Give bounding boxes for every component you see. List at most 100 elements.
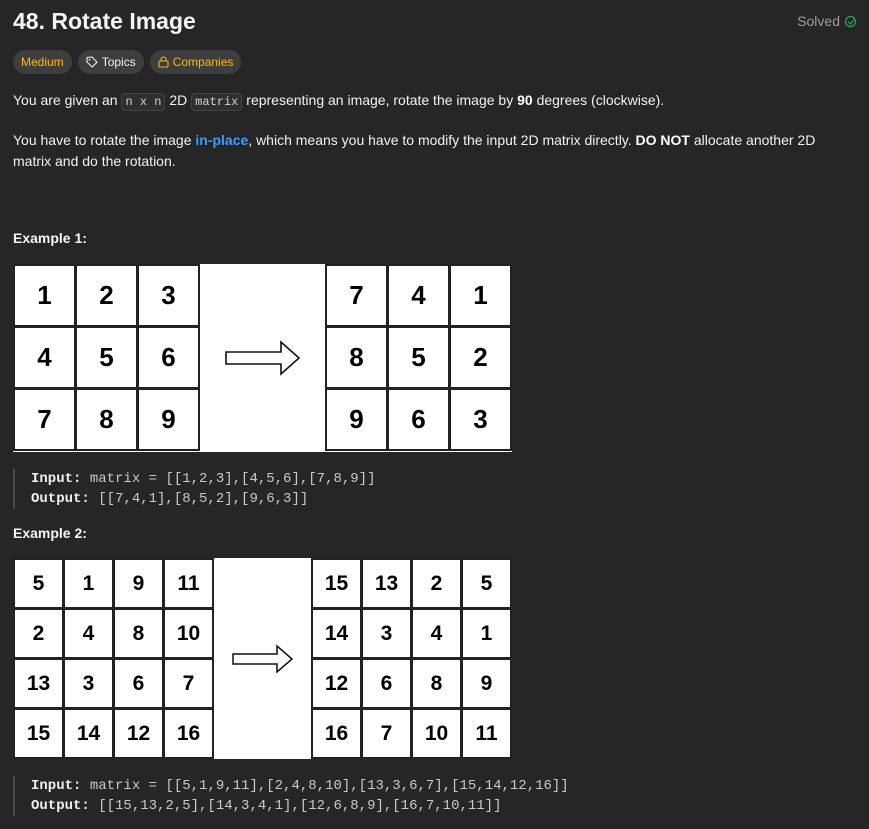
example-1-heading: Example 1: bbox=[13, 230, 87, 246]
text-segment: , which means you have to modify the inp… bbox=[248, 132, 636, 148]
example-2-heading: Example 2: bbox=[13, 525, 87, 541]
matrix-cell: 8 bbox=[325, 326, 388, 389]
right-arrow-icon bbox=[224, 340, 300, 376]
companies-label: Companies bbox=[172, 55, 234, 69]
matrix-cell: 6 bbox=[361, 658, 412, 709]
matrix-cell: 5 bbox=[13, 558, 64, 609]
input-label: Input: bbox=[31, 471, 82, 487]
matrix-cell: 15 bbox=[13, 708, 64, 759]
tag-row: Medium Topics Companies bbox=[13, 50, 856, 74]
description-paragraph-1: You are given an n x n 2D matrix represe… bbox=[13, 90, 856, 113]
matrix-cell: 7 bbox=[13, 388, 76, 451]
matrix-cell: 1 bbox=[13, 264, 76, 327]
matrix-cell: 6 bbox=[137, 326, 200, 389]
arrow-container bbox=[214, 558, 311, 759]
in-place-link[interactable]: in-place bbox=[195, 132, 248, 148]
matrix-cell: 13 bbox=[13, 658, 64, 709]
matrix-cell: 7 bbox=[325, 264, 388, 327]
text-segment: representing an image, rotate the image … bbox=[242, 92, 518, 108]
companies-button[interactable]: Companies bbox=[149, 50, 242, 74]
right-arrow-icon bbox=[231, 643, 293, 674]
matrix-cell: 11 bbox=[163, 558, 214, 609]
solved-status: Solved bbox=[797, 13, 856, 29]
topics-label: Topics bbox=[101, 55, 136, 69]
matrix-cell: 14 bbox=[311, 608, 362, 659]
input-label: Input: bbox=[31, 778, 82, 794]
check-circle-icon bbox=[845, 15, 856, 27]
matrix-cell: 8 bbox=[411, 658, 462, 709]
inline-code-n-x-n: n x n bbox=[121, 93, 166, 111]
matrix-cell: 12 bbox=[113, 708, 164, 759]
matrix-cell: 3 bbox=[137, 264, 200, 327]
text-segment: degrees (clockwise). bbox=[532, 92, 665, 108]
output-matrix-grid: 741852963 bbox=[325, 264, 512, 452]
matrix-cell: 9 bbox=[137, 388, 200, 451]
matrix-cell: 1 bbox=[449, 264, 512, 327]
difficulty-label: Medium bbox=[21, 55, 64, 69]
matrix-cell: 2 bbox=[75, 264, 138, 327]
matrix-cell: 14 bbox=[63, 708, 114, 759]
arrow-container bbox=[200, 264, 325, 452]
matrix-cell: 4 bbox=[411, 608, 462, 659]
input-matrix-grid: 123456789 bbox=[13, 264, 200, 452]
example-2-io: Input: matrix = [[5,1,9,11],[2,4,8,10],[… bbox=[13, 776, 856, 816]
matrix-cell: 12 bbox=[311, 658, 362, 709]
output-value: [[15,13,2,5],[14,3,4,1],[12,6,8,9],[16,7… bbox=[98, 798, 502, 814]
output-label: Output: bbox=[31, 491, 90, 507]
text-segment: 2D bbox=[165, 92, 192, 108]
example-2-image: 5 1 9 11 2 4 8 10 13 3 6 7 15 14 12 16 15 13 2 5 14 3 4 1 12 6 8 9… bbox=[13, 558, 512, 759]
solved-label: Solved bbox=[797, 13, 840, 29]
output-label: Output: bbox=[31, 798, 90, 814]
matrix-cell: 11 bbox=[461, 708, 512, 759]
matrix-cell: 7 bbox=[163, 658, 214, 709]
matrix-cell: 10 bbox=[411, 708, 462, 759]
matrix-cell: 3 bbox=[361, 608, 412, 659]
matrix-cell: 3 bbox=[63, 658, 114, 709]
matrix-cell: 1 bbox=[461, 608, 512, 659]
matrix-cell: 5 bbox=[75, 326, 138, 389]
output-matrix-grid: 15 13 2 5 14 3 4 1 12 6 8 9 16 7 10 11 bbox=[311, 558, 512, 759]
input-value: matrix = [[5,1,9,11],[2,4,8,10],[13,3,6,… bbox=[89, 778, 569, 794]
matrix-cell: 5 bbox=[387, 326, 450, 389]
matrix-cell: 4 bbox=[13, 326, 76, 389]
matrix-cell: 4 bbox=[63, 608, 114, 659]
matrix-cell: 2 bbox=[13, 608, 64, 659]
matrix-cell: 6 bbox=[387, 388, 450, 451]
matrix-cell: 9 bbox=[461, 658, 512, 709]
example-1-output-line: Output: [[7,4,1],[8,5,2],[9,6,3]] bbox=[31, 489, 856, 509]
text-segment: You have to rotate the image bbox=[13, 132, 196, 148]
matrix-cell: 8 bbox=[75, 388, 138, 451]
example-2-input-line: Input: matrix = [[5,1,9,11],[2,4,8,10],[… bbox=[31, 776, 856, 796]
title-row: 48. Rotate Image Solved bbox=[13, 0, 856, 36]
matrix-cell: 1 bbox=[63, 558, 114, 609]
matrix-cell: 7 bbox=[361, 708, 412, 759]
matrix-cell: 3 bbox=[449, 388, 512, 451]
matrix-cell: 9 bbox=[113, 558, 164, 609]
topics-button[interactable]: Topics bbox=[77, 50, 144, 74]
inline-code-matrix: matrix bbox=[191, 93, 243, 111]
matrix-cell: 15 bbox=[311, 558, 362, 609]
matrix-cell: 9 bbox=[325, 388, 388, 451]
bold-do-not: DO NOT bbox=[635, 132, 690, 148]
matrix-cell: 2 bbox=[449, 326, 512, 389]
input-matrix-grid: 5 1 9 11 2 4 8 10 13 3 6 7 15 14 12 16 bbox=[13, 558, 214, 759]
matrix-cell: 16 bbox=[163, 708, 214, 759]
difficulty-badge[interactable]: Medium bbox=[13, 50, 72, 74]
problem-title[interactable]: 48. Rotate Image bbox=[13, 8, 196, 35]
matrix-cell: 10 bbox=[163, 608, 214, 659]
input-value: matrix = [[1,2,3],[4,5,6],[7,8,9]] bbox=[89, 471, 376, 487]
description-paragraph-2: You have to rotate the image in-place, w… bbox=[13, 130, 856, 172]
matrix-cell: 4 bbox=[387, 264, 450, 327]
matrix-cell: 5 bbox=[461, 558, 512, 609]
example-1-io: Input: matrix = [[1,2,3],[4,5,6],[7,8,9]… bbox=[13, 469, 856, 509]
tag-icon bbox=[86, 56, 98, 68]
output-value: [[7,4,1],[8,5,2],[9,6,3]] bbox=[98, 491, 309, 507]
matrix-cell: 13 bbox=[361, 558, 412, 609]
problem-description-panel: 48. Rotate Image Solved Medium Topics Co… bbox=[0, 0, 869, 829]
example-2-output-line: Output: [[15,13,2,5],[14,3,4,1],[12,6,8,… bbox=[31, 796, 856, 816]
matrix-cell: 16 bbox=[311, 708, 362, 759]
matrix-cell: 8 bbox=[113, 608, 164, 659]
matrix-cell: 2 bbox=[411, 558, 462, 609]
lock-icon bbox=[158, 56, 169, 68]
text-segment: You are given an bbox=[13, 92, 122, 108]
